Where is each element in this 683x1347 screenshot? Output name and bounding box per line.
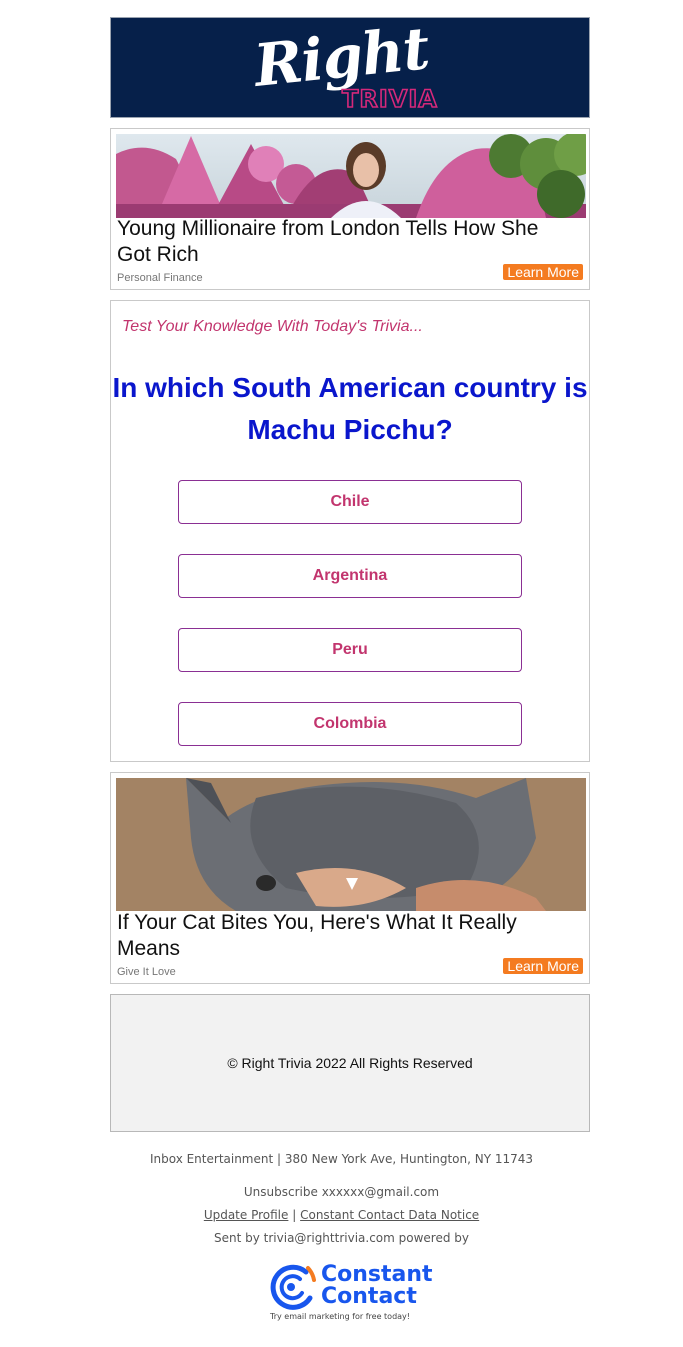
trivia-card: Test Your Knowledge With Today's Trivia.… [110, 300, 590, 762]
trivia-question: In which South American country is Machu… [112, 372, 588, 445]
unsubscribe-link[interactable]: Unsubscribe [244, 1185, 318, 1199]
address-line: Inbox Entertainment | 380 New York Ave, … [149, 1152, 534, 1166]
update-profile-link[interactable]: Update Profile [204, 1208, 289, 1222]
copyright-text: © Right Trivia 2022 All Rights Reserved [227, 1055, 473, 1071]
ad-source: Personal Finance [117, 272, 203, 284]
ad-image-flowers[interactable] [116, 134, 586, 218]
constant-contact-wordmark: Constant Contact [321, 1264, 433, 1308]
cc-tagline: Try email marketing for free today! [270, 1312, 410, 1321]
ad-headline[interactable]: If Your Cat Bites You, Here's What It Re… [117, 910, 577, 962]
header-banner: Right TRIVIA [110, 14, 590, 118]
answer-button-colombia[interactable]: Colombia [178, 702, 522, 746]
sponsored-ad-1[interactable]: Young Millionaire from London Tells How … [110, 128, 590, 290]
data-notice-link[interactable]: Constant Contact Data Notice [300, 1208, 479, 1222]
right-trivia-logo[interactable]: Right TRIVIA [250, 14, 450, 114]
ad-image-cat[interactable] [116, 778, 586, 911]
copyright-box: © Right Trivia 2022 All Rights Reserved [110, 994, 590, 1132]
recipient-email: xxxxxx@gmail.com [321, 1185, 440, 1199]
constant-contact-icon [270, 1264, 316, 1310]
profile-links: Update Profile | Constant Contact Data N… [0, 1208, 683, 1222]
logo-sub: TRIVIA [341, 84, 438, 114]
learn-more-button[interactable]: Learn More [503, 264, 583, 280]
answer-button-chile[interactable]: Chile [178, 480, 522, 524]
sent-by-line: Sent by trivia@righttrivia.com powered b… [214, 1231, 469, 1245]
trivia-intro: Test Your Knowledge With Today's Trivia.… [122, 318, 423, 335]
ad-source: Give It Love [117, 966, 176, 978]
constant-contact-logo[interactable]: Constant Contact Try email marketing for… [268, 1262, 438, 1328]
cc-line1: Constant [321, 1262, 433, 1287]
ad-headline[interactable]: Young Millionaire from London Tells How … [117, 216, 577, 268]
unsubscribe-line: Unsubscribe xxxxxx@gmail.com [0, 1185, 683, 1199]
learn-more-button[interactable]: Learn More [503, 958, 583, 974]
link-separator: | [292, 1208, 297, 1222]
answer-button-argentina[interactable]: Argentina [178, 554, 522, 598]
answer-button-peru[interactable]: Peru [178, 628, 522, 672]
sponsored-ad-2[interactable]: If Your Cat Bites You, Here's What It Re… [110, 772, 590, 984]
cc-line2: Contact [321, 1284, 417, 1309]
